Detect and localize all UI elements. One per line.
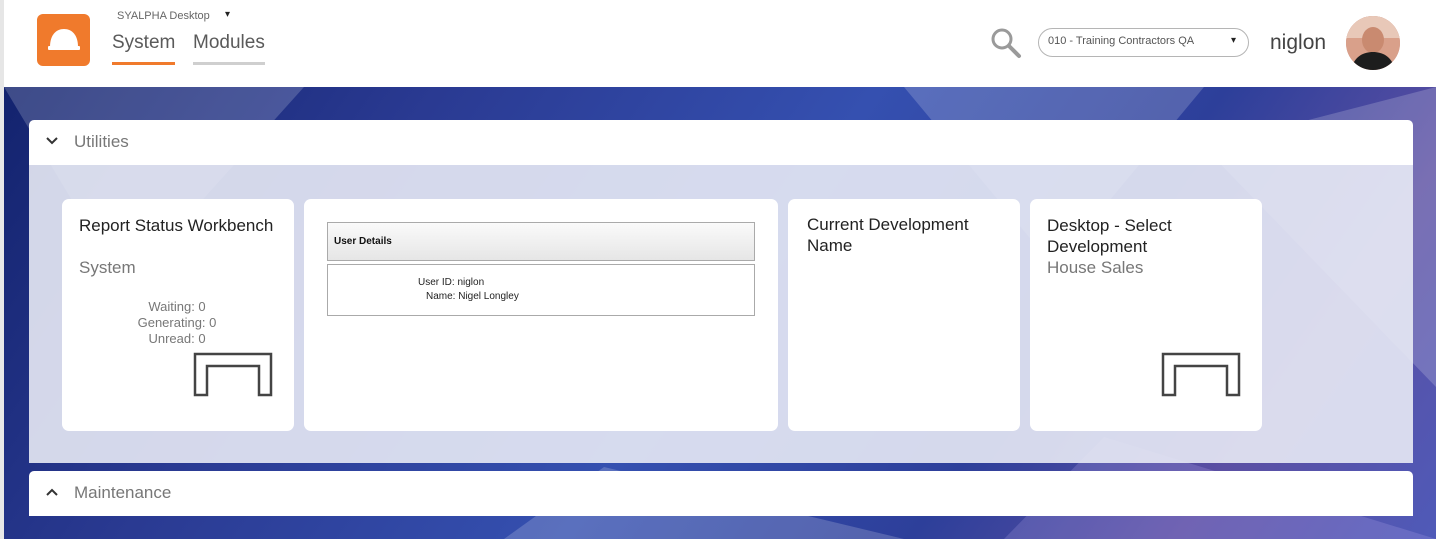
workbench-icon bbox=[193, 352, 273, 397]
chevron-up-icon bbox=[46, 488, 58, 496]
user-details-title: User Details bbox=[334, 236, 392, 247]
user-details-body: User ID: niglon Name: Nigel Longley bbox=[327, 264, 755, 316]
top-header: SYALPHA Desktop ▾ System Modules 010 - T… bbox=[0, 0, 1436, 87]
app-logo[interactable] bbox=[37, 14, 90, 66]
chevron-down-icon: ▾ bbox=[1230, 35, 1236, 46]
report-status-tile[interactable]: Report Status Workbench System Waiting: … bbox=[62, 199, 294, 431]
maintenance-title: Maintenance bbox=[74, 483, 172, 502]
tile-title: Current Development Name bbox=[807, 215, 969, 255]
hard-hat-icon bbox=[48, 29, 80, 50]
user-id-value: User ID: niglon bbox=[418, 277, 485, 288]
username[interactable]: niglon bbox=[1270, 31, 1326, 55]
development-icon bbox=[1161, 352, 1241, 397]
unread-count: Unread: 0 bbox=[148, 331, 206, 346]
utilities-panel-header[interactable]: Utilities bbox=[29, 120, 1413, 165]
tab-modules[interactable]: Modules bbox=[193, 32, 265, 65]
user-photo bbox=[1346, 16, 1400, 70]
search-icon[interactable] bbox=[990, 27, 1022, 59]
utilities-title: Utilities bbox=[74, 132, 129, 151]
tile-subtitle: House Sales bbox=[1047, 258, 1144, 277]
generating-count: Generating: 0 bbox=[137, 315, 217, 330]
context-select[interactable]: 010 - Training Contractors QA ▾ bbox=[1038, 28, 1249, 57]
tile-subtitle: System bbox=[79, 258, 136, 277]
context-select-value: 010 - Training Contractors QA bbox=[1048, 35, 1195, 47]
tab-system[interactable]: System bbox=[112, 32, 176, 65]
tile-title: Report Status Workbench bbox=[79, 216, 274, 235]
current-development-tile[interactable]: Current Development Name bbox=[788, 199, 1020, 431]
report-stats: Waiting: 0 Generating: 0 Unread: 0 bbox=[92, 299, 262, 347]
user-details-tile: User Details User ID: niglon Name: Nigel… bbox=[304, 199, 778, 431]
waiting-count: Waiting: 0 bbox=[148, 299, 206, 314]
app-switcher-caret[interactable]: ▾ bbox=[225, 9, 230, 20]
maintenance-panel-header[interactable]: Maintenance bbox=[29, 471, 1413, 516]
user-name-value: Name: Nigel Longley bbox=[426, 291, 519, 302]
user-details-header: User Details bbox=[327, 222, 755, 261]
app-title: SYALPHA Desktop bbox=[117, 10, 210, 22]
select-development-tile[interactable]: Desktop - Select Development House Sales bbox=[1030, 199, 1262, 431]
chevron-down-icon bbox=[46, 137, 58, 145]
tile-title: Desktop - Select Development bbox=[1047, 216, 1172, 256]
avatar[interactable] bbox=[1346, 16, 1400, 70]
